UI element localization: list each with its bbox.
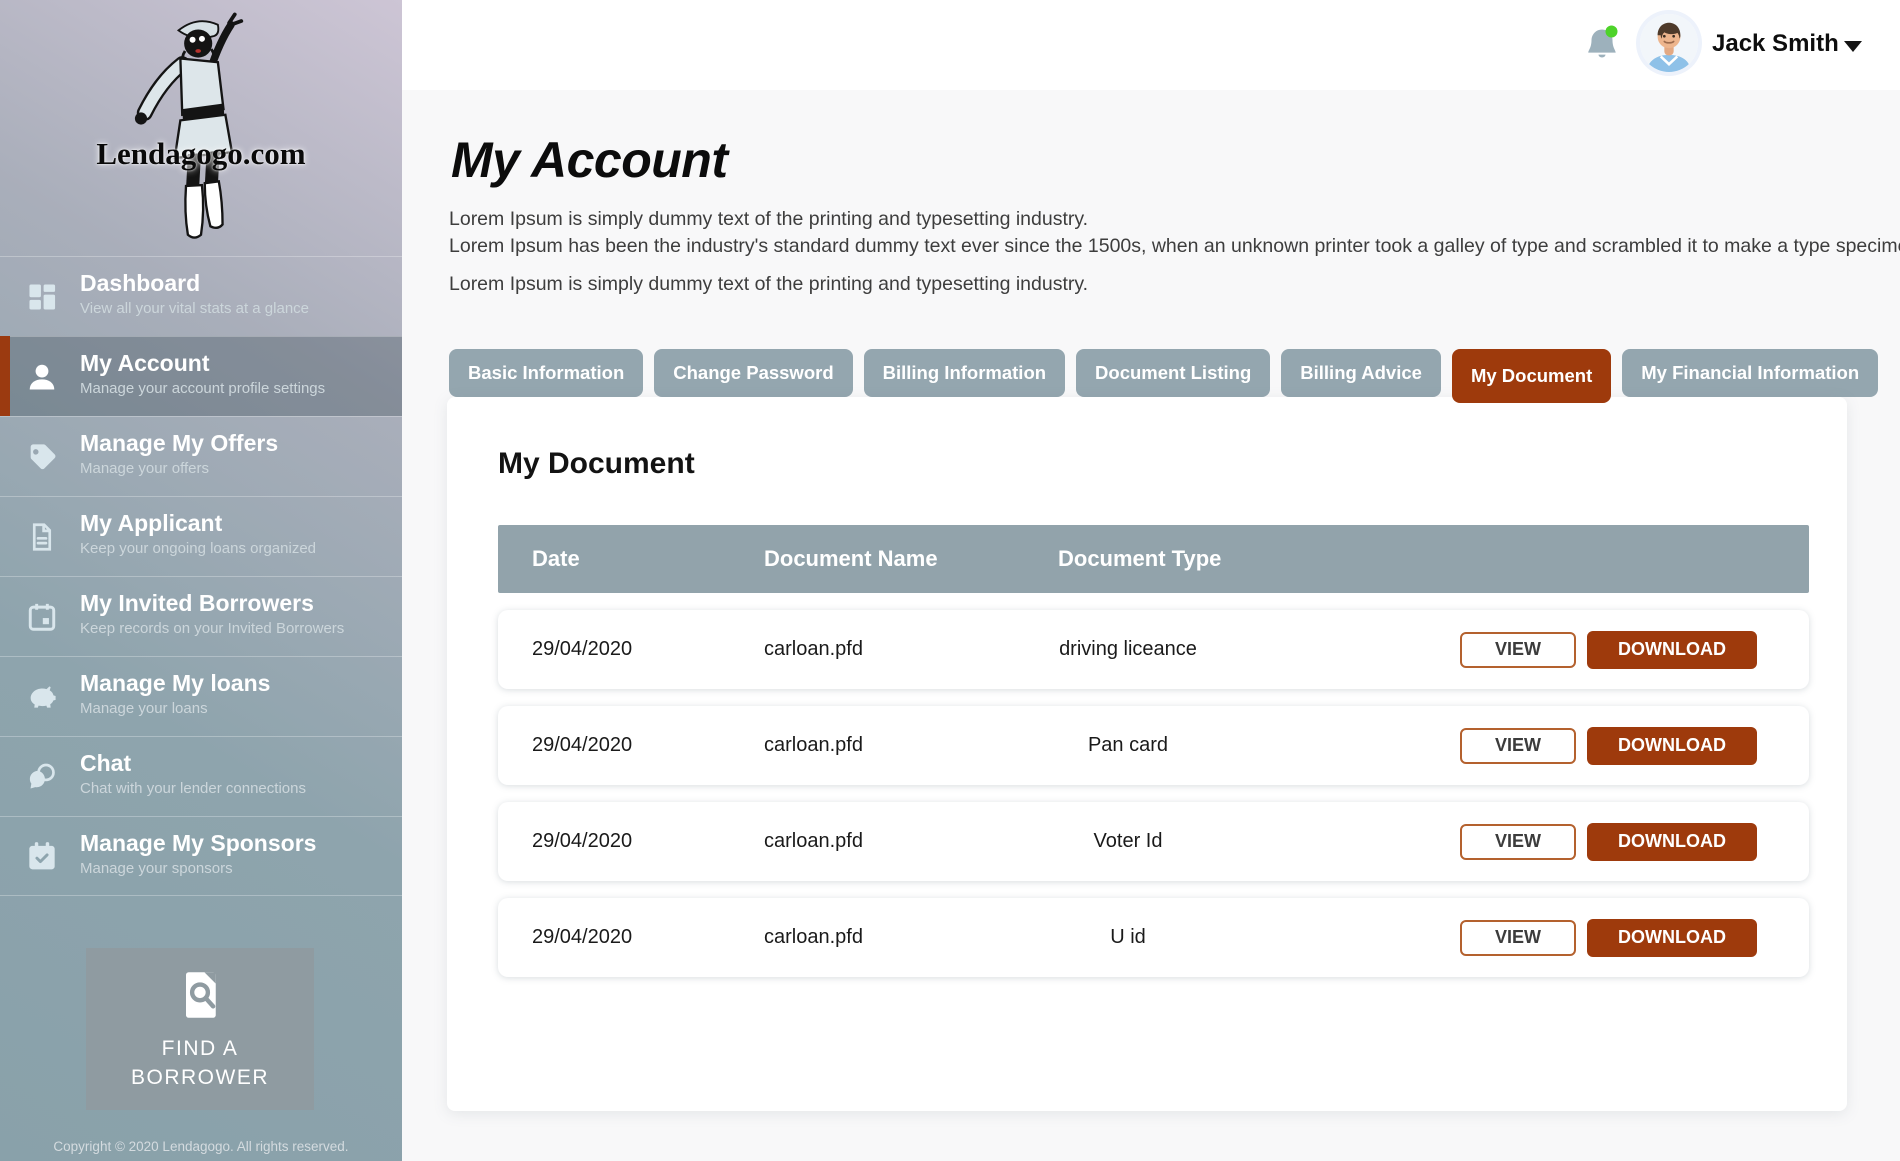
cell-document-name: carloan.pfd: [764, 638, 1058, 661]
calendar-check-icon: [26, 840, 58, 872]
document-rows: 29/04/2020 carloan.pfd driving liceance …: [498, 610, 1809, 977]
view-button[interactable]: VIEW: [1460, 920, 1576, 956]
cell-date: 29/04/2020: [532, 830, 764, 853]
tab-bar: Basic Information Change Password Billin…: [449, 349, 1900, 397]
table-row: 29/04/2020 carloan.pfd Pan card VIEW DOW…: [498, 706, 1809, 785]
download-button[interactable]: DOWNLOAD: [1587, 823, 1757, 861]
view-button[interactable]: VIEW: [1460, 824, 1576, 860]
piggy-bank-icon: [26, 681, 58, 713]
user-icon: [26, 361, 58, 393]
my-document-panel: My Document Date Document Name Document …: [447, 397, 1847, 1111]
chevron-down-icon[interactable]: [1844, 41, 1862, 61]
row-actions: VIEW DOWNLOAD: [1460, 727, 1809, 765]
row-actions: VIEW DOWNLOAD: [1460, 919, 1809, 957]
avatar[interactable]: [1640, 14, 1698, 72]
tab-my-financial-information[interactable]: My Financial Information: [1622, 349, 1878, 397]
view-button[interactable]: VIEW: [1460, 728, 1576, 764]
page-title: My Account: [451, 132, 1900, 188]
section-title: My Document: [498, 447, 1809, 481]
cell-document-type: Pan card: [1058, 734, 1198, 757]
intro-paragraph-1: Lorem Ipsum is simply dummy text of the …: [449, 206, 1900, 233]
tab-change-password[interactable]: Change Password: [654, 349, 852, 397]
copyright-text: Copyright © 2020 Lendagogo. All rights r…: [0, 1139, 402, 1154]
tab-billing-advice[interactable]: Billing Advice: [1281, 349, 1441, 397]
intro-paragraph-2: Lorem Ipsum has been the industry's stan…: [449, 233, 1900, 260]
page-content: My Account Lorem Ipsum is simply dummy t…: [402, 132, 1900, 1111]
download-button[interactable]: DOWNLOAD: [1587, 727, 1757, 765]
cell-document-name: carloan.pfd: [764, 830, 1058, 853]
topbar: Jack Smith: [402, 0, 1900, 90]
view-button[interactable]: VIEW: [1460, 632, 1576, 668]
tag-icon: [26, 441, 58, 473]
find-a-borrower-button[interactable]: FIND A BORROWER: [86, 948, 314, 1110]
tab-basic-information[interactable]: Basic Information: [449, 349, 643, 397]
logo-figure-illustration: [89, 4, 314, 248]
sidebar-item-chat[interactable]: Chat Chat with your lender connections: [0, 736, 402, 816]
calendar-icon: [26, 601, 58, 633]
intro-paragraph-3: Lorem Ipsum is simply dummy text of the …: [449, 271, 1900, 298]
table-row: 29/04/2020 carloan.pfd Voter Id VIEW DOW…: [498, 802, 1809, 881]
brand-logo: Lendagogo.com: [0, 0, 402, 252]
cell-date: 29/04/2020: [532, 926, 764, 949]
sidebar-item-my-account[interactable]: My Account Manage your account profile s…: [0, 336, 402, 416]
cell-document-type: U id: [1058, 926, 1198, 949]
col-header-date: Date: [532, 546, 764, 572]
find-borrower-label: FIND A BORROWER: [110, 1034, 290, 1093]
dashboard-icon: [26, 281, 58, 313]
col-header-document-type: Document Type: [1058, 546, 1398, 572]
download-button[interactable]: DOWNLOAD: [1587, 631, 1757, 669]
sidebar-menu: Dashboard View all your vital stats at a…: [0, 256, 402, 896]
cell-document-name: carloan.pfd: [764, 926, 1058, 949]
tab-billing-information[interactable]: Billing Information: [864, 349, 1065, 397]
sidebar: Lendagogo.com Dashboard View all your vi…: [0, 0, 402, 1161]
sidebar-item-my-applicant[interactable]: My Applicant Keep your ongoing loans org…: [0, 496, 402, 576]
sidebar-item-dashboard[interactable]: Dashboard View all your vital stats at a…: [0, 256, 402, 336]
col-header-document-name: Document Name: [764, 546, 1058, 572]
row-actions: VIEW DOWNLOAD: [1460, 823, 1809, 861]
document-icon: [26, 521, 58, 553]
cell-document-type: Voter Id: [1058, 830, 1198, 853]
sidebar-item-manage-my-sponsors[interactable]: Manage My Sponsors Manage your sponsors: [0, 816, 402, 896]
table-row: 29/04/2020 carloan.pfd driving liceance …: [498, 610, 1809, 689]
tab-my-document[interactable]: My Document: [1452, 349, 1611, 403]
table-header: Date Document Name Document Type: [498, 525, 1809, 593]
tab-document-listing[interactable]: Document Listing: [1076, 349, 1270, 397]
main-area: Jack Smith My Account Lorem Ipsum is sim…: [402, 0, 1900, 1161]
sidebar-item-manage-my-loans[interactable]: Manage My loans Manage your loans: [0, 656, 402, 736]
chat-icon: [26, 761, 58, 793]
find-borrower-icon: [172, 966, 228, 1024]
row-actions: VIEW DOWNLOAD: [1460, 631, 1809, 669]
table-row: 29/04/2020 carloan.pfd U id VIEW DOWNLOA…: [498, 898, 1809, 977]
cell-date: 29/04/2020: [532, 638, 764, 661]
download-button[interactable]: DOWNLOAD: [1587, 919, 1757, 957]
cell-document-name: carloan.pfd: [764, 734, 1058, 757]
cell-date: 29/04/2020: [532, 734, 764, 757]
logo-wordmark: Lendagogo.com: [96, 136, 305, 172]
notification-bell-icon[interactable]: [1583, 23, 1623, 65]
sidebar-item-manage-my-offers[interactable]: Manage My Offers Manage your offers: [0, 416, 402, 496]
sidebar-item-my-invited-borrowers[interactable]: My Invited Borrowers Keep records on you…: [0, 576, 402, 656]
cell-document-type: driving liceance: [1058, 638, 1198, 661]
user-name[interactable]: Jack Smith: [1712, 30, 1839, 58]
